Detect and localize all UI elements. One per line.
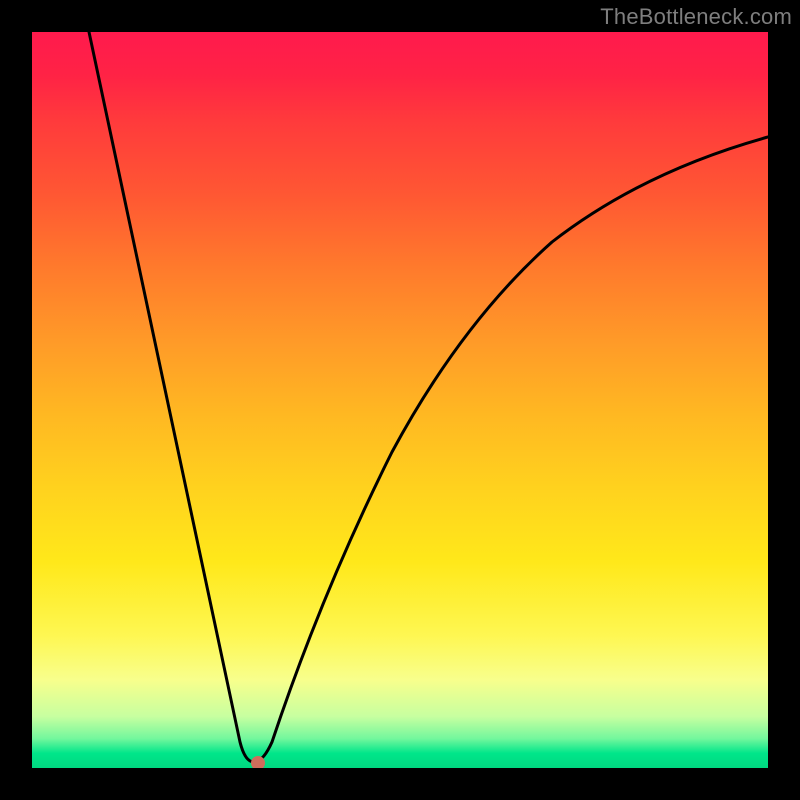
curve-svg (32, 32, 768, 768)
bottleneck-curve (89, 32, 768, 762)
watermark-text: TheBottleneck.com (600, 4, 792, 30)
chart-frame: TheBottleneck.com (0, 0, 800, 800)
plot-area (32, 32, 768, 768)
